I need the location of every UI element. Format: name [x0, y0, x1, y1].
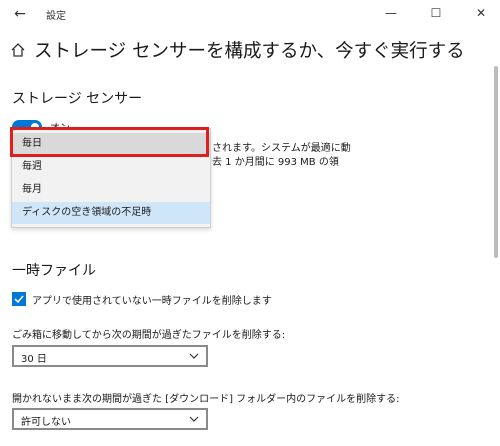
vertical-scrollbar[interactable]: [494, 66, 498, 258]
option-low-disk-space[interactable]: ディスクの空き領域の不足時: [12, 202, 210, 224]
recycle-bin-label: ごみ箱に移動してから次の期間が過ぎたファイルを削除する:: [12, 330, 286, 341]
chevron-down-icon: [189, 353, 199, 359]
checkmark-icon: [14, 295, 24, 304]
page-header: ストレージ センサーを構成するか、今すぐ実行する: [10, 36, 500, 68]
window-title: 設定: [46, 11, 66, 22]
highlight-outline: [10, 127, 209, 157]
page-title: ストレージ センサーを構成するか、今すぐ実行する: [34, 41, 465, 62]
close-button[interactable]: ✕: [466, 2, 496, 24]
temp-files-heading: 一時ファイル: [12, 263, 96, 279]
downloads-label: 開かれないまま次の期間が過ぎた [ダウンロード] フォルダー内のファイルを削除す…: [12, 394, 400, 405]
home-icon[interactable]: [10, 42, 26, 58]
back-button[interactable]: ←: [10, 4, 30, 24]
delete-temp-files-checkbox[interactable]: [12, 292, 26, 306]
title-bar: ← 設定 — ☐ ✕: [0, 0, 500, 28]
description-line-2: 去 1 か月間に 993 MB の領: [212, 157, 339, 168]
delete-temp-files-label: アプリで使用されていない一時ファイルを削除します: [32, 296, 272, 307]
minimize-button[interactable]: —: [376, 2, 406, 24]
description-line-1: されます。システムが最適に動: [212, 143, 351, 154]
maximize-button[interactable]: ☐: [421, 2, 451, 24]
downloads-value: 許可しない: [21, 417, 71, 428]
downloads-select[interactable]: 許可しない: [12, 408, 208, 430]
recycle-bin-select[interactable]: 30 日: [12, 345, 208, 367]
option-monthly[interactable]: 毎月: [12, 179, 210, 201]
option-weekly[interactable]: 毎週: [12, 156, 210, 178]
recycle-bin-value: 30 日: [21, 354, 47, 365]
storage-sense-heading: ストレージ センサー: [12, 91, 143, 107]
chevron-down-icon: [189, 416, 199, 422]
